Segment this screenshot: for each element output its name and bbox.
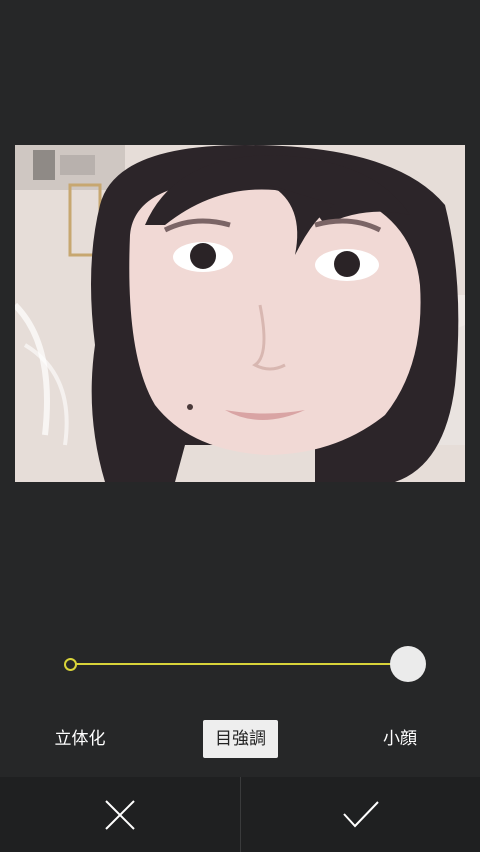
slider-track[interactable]	[71, 663, 408, 665]
slider-min-marker	[64, 658, 77, 671]
portrait-photo-image	[15, 145, 465, 482]
intensity-slider[interactable]	[60, 644, 430, 684]
check-icon	[343, 800, 379, 827]
tab-small-face[interactable]: 小顔	[365, 720, 435, 758]
tab-3d-contour[interactable]: 立体化	[40, 720, 120, 758]
cancel-button[interactable]	[0, 777, 240, 852]
close-icon	[105, 799, 135, 830]
slider-thumb[interactable]	[390, 646, 426, 682]
tab-eye-enhance[interactable]: 目強調	[203, 720, 278, 758]
confirm-button[interactable]	[241, 777, 480, 852]
bottom-action-bar	[0, 777, 480, 852]
photo-canvas[interactable]	[15, 145, 465, 482]
photo-editor-screen: 立体化 目強調 小顔	[0, 0, 480, 852]
effect-mode-tabs: 立体化 目強調 小顔	[0, 720, 480, 760]
